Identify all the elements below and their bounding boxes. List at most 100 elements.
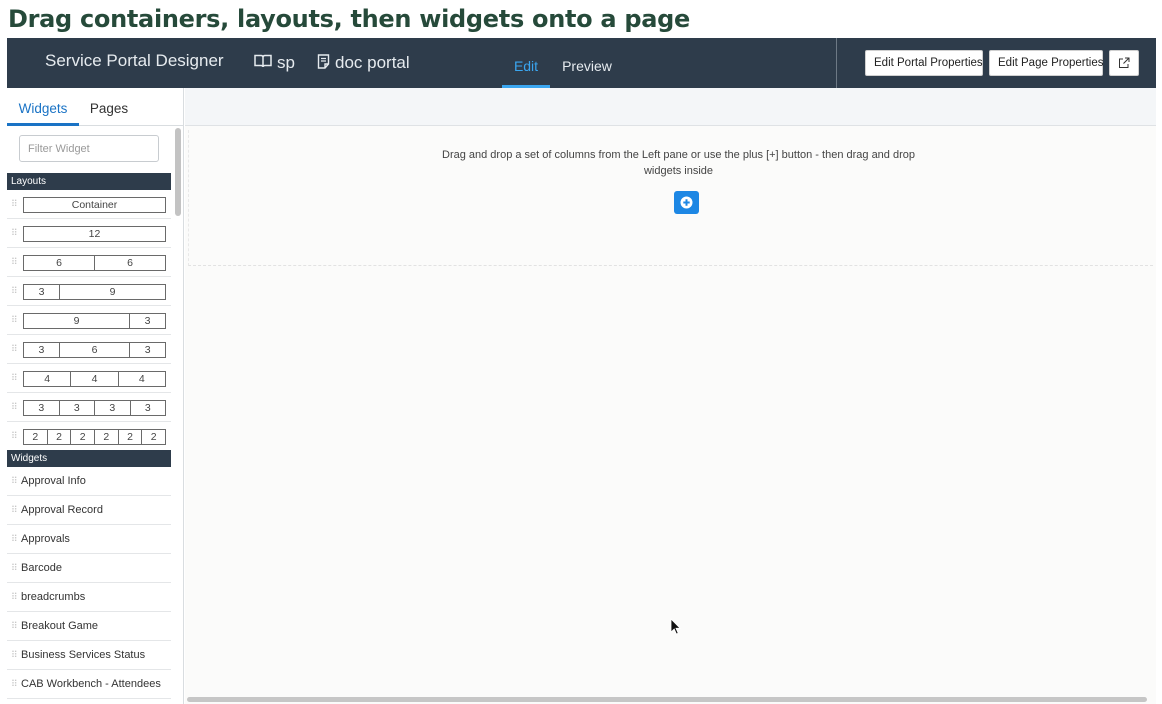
layout-column: 6	[24, 256, 95, 270]
layout-column: 3	[60, 401, 95, 415]
edit-portal-properties-button[interactable]: Edit Portal Properties	[865, 50, 983, 76]
drag-handle-icon: ⠿	[11, 198, 18, 209]
layout-column: 3	[144, 315, 151, 327]
tab-preview[interactable]: Preview	[558, 38, 616, 88]
layout-column: 6	[127, 257, 133, 269]
layout-3-9[interactable]: ⠿ 3 9	[7, 277, 171, 306]
portal-link[interactable]: sp	[254, 38, 295, 88]
widget-label: Business Services Status	[21, 649, 146, 661]
layout-column: 4	[71, 372, 119, 386]
layouts-header: Layouts	[7, 173, 171, 190]
tab-pages[interactable]: Pages	[83, 88, 135, 126]
layout-3-3-3-3[interactable]: ⠿ 3 3 3 3	[7, 393, 171, 422]
page-canvas[interactable]: Drag and drop a set of columns from the …	[185, 88, 1156, 704]
drag-handle-icon: ⠿	[11, 533, 18, 544]
widget-label: CAB Workbench - Attendees	[21, 678, 161, 690]
layout-column: 6	[60, 343, 131, 357]
layout-9-3[interactable]: ⠿ 9 3	[7, 306, 171, 335]
edit-page-properties-button[interactable]: Edit Page Properties	[989, 50, 1103, 76]
layout-container[interactable]: ⠿ Container	[7, 190, 171, 219]
layout-4-4-4[interactable]: ⠿ 4 4 4	[7, 364, 171, 393]
plus-circle-icon	[680, 196, 693, 209]
layout-column: 3	[24, 285, 60, 299]
layout-column: 12	[88, 228, 101, 240]
drag-handle-icon: ⠿	[11, 314, 18, 325]
layout-column: 2	[71, 430, 96, 444]
widget-item-approval-record[interactable]: ⠿ Approval Record	[7, 496, 171, 525]
designer-header: Service Portal Designer sp doc portal Ed…	[7, 38, 1156, 88]
widget-label: Breakout Game	[21, 620, 99, 632]
widget-label: Barcode	[21, 562, 62, 574]
widget-item-barcode[interactable]: ⠿ Barcode	[7, 554, 171, 583]
layout-columns: 3 6 3	[23, 342, 166, 358]
drag-handle-icon: ⠿	[11, 430, 18, 441]
layout-column: 2	[95, 430, 119, 444]
widget-item-approval-info[interactable]: ⠿ Approval Info	[7, 467, 171, 496]
widget-item-business-services-status[interactable]: ⠿ Business Services Status	[7, 641, 171, 670]
layout-column: 2	[48, 430, 72, 444]
layout-column: 9	[24, 314, 130, 328]
layout-2-2-2-2-2-2[interactable]: ⠿ 2 2 2 2 2 2	[7, 422, 171, 451]
layout-columns: 9 3	[23, 313, 166, 329]
sidebar-scrollbar[interactable]	[175, 128, 181, 216]
layout-column: 2	[24, 430, 48, 444]
tab-widgets[interactable]: Widgets	[7, 88, 79, 126]
drag-handle-icon: ⠿	[11, 343, 18, 354]
layout-columns: Container	[23, 197, 166, 213]
layout-6-6[interactable]: ⠿ 6 6	[7, 248, 171, 277]
drag-handle-icon: ⠿	[11, 256, 18, 267]
widget-label: Approval Record	[21, 504, 103, 516]
tab-edit[interactable]: Edit	[502, 38, 550, 88]
page-link[interactable]: doc portal	[317, 38, 410, 88]
layout-column: 9	[109, 286, 116, 298]
canvas-toolbar	[185, 88, 1156, 126]
drag-handle-icon: ⠿	[11, 591, 18, 602]
drop-hint-text: Drag and drop a set of columns from the …	[442, 149, 915, 177]
drag-handle-icon: ⠿	[11, 227, 18, 238]
page-caption: Drag containers, layouts, then widgets o…	[8, 5, 690, 33]
widgets-header: Widgets	[7, 450, 171, 467]
layout-column: 3	[144, 344, 151, 356]
portal-name: sp	[277, 53, 295, 72]
layout-12[interactable]: ⠿ 12	[7, 219, 171, 248]
widget-item-approvals[interactable]: ⠿ Approvals	[7, 525, 171, 554]
widget-item-cab-workbench-attendees[interactable]: ⠿ CAB Workbench - Attendees	[7, 670, 171, 699]
external-link-icon	[1119, 57, 1130, 68]
horizontal-scrollbar[interactable]	[187, 697, 1147, 702]
layout-column: Container	[71, 199, 118, 211]
layout-columns: 6 6	[23, 255, 166, 271]
drag-handle-icon: ⠿	[11, 649, 18, 660]
layout-column: 4	[24, 372, 72, 386]
drag-handle-icon: ⠿	[11, 504, 18, 515]
page-name: doc portal	[335, 53, 410, 72]
widget-label: breadcrumbs	[21, 591, 86, 603]
layout-columns: 3 3 3 3	[23, 400, 166, 416]
add-container-button[interactable]	[674, 191, 699, 214]
layout-column: 4	[138, 373, 145, 385]
layout-column: 3	[144, 402, 151, 414]
layout-columns: 3 9	[23, 284, 166, 300]
drag-handle-icon: ⠿	[11, 285, 18, 296]
drag-handle-icon: ⠿	[11, 401, 18, 412]
filter-widget-input[interactable]	[19, 135, 159, 162]
layout-column: 3	[24, 343, 60, 357]
mouse-cursor-icon	[670, 618, 682, 635]
layout-column: 3	[24, 401, 60, 415]
drag-handle-icon: ⠿	[11, 562, 18, 573]
layout-column: 2	[119, 430, 143, 444]
header-divider	[836, 38, 837, 88]
app-title: Service Portal Designer	[45, 51, 224, 70]
widget-item-breakout-game[interactable]: ⠿ Breakout Game	[7, 612, 171, 641]
widget-label: Approvals	[21, 533, 70, 545]
widget-item-breadcrumbs[interactable]: ⠿ breadcrumbs	[7, 583, 171, 612]
drag-handle-icon: ⠿	[11, 620, 18, 631]
container-drop-zone[interactable]: Drag and drop a set of columns from the …	[188, 130, 1153, 266]
designer-sidebar: Widgets Pages Layouts ⠿ Container ⠿ 12 ⠿…	[7, 88, 184, 704]
drag-handle-icon: ⠿	[11, 372, 18, 383]
drag-handle-icon: ⠿	[11, 678, 18, 689]
document-icon	[317, 53, 330, 69]
layout-3-6-3[interactable]: ⠿ 3 6 3	[7, 335, 171, 364]
layout-column: 3	[95, 401, 131, 415]
drag-handle-icon: ⠿	[11, 475, 18, 486]
open-external-button[interactable]	[1109, 50, 1139, 76]
